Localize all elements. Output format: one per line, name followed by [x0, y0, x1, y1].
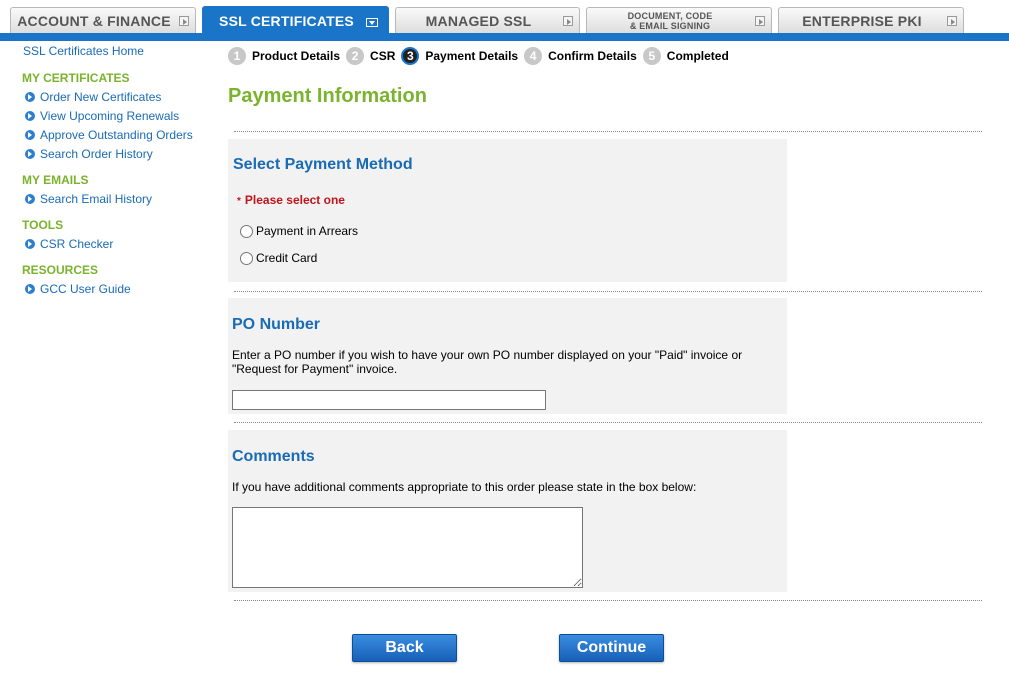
- step-number: 1: [228, 47, 246, 65]
- radio-label: Credit Card: [256, 251, 318, 265]
- radio-payment-in-arrears[interactable]: [240, 224, 253, 238]
- order-steps: 1 Product Details 2 CSR 3 Payment Detail…: [228, 46, 735, 66]
- radio-credit-card[interactable]: [240, 251, 253, 265]
- step-label: Completed: [666, 49, 729, 63]
- tab-label: ACCOUNT & FINANCE: [17, 13, 171, 29]
- po-number-help: Enter a PO number if you wish to have yo…: [232, 348, 743, 376]
- sidebar-item-search-order-history[interactable]: Search Order History: [25, 147, 153, 161]
- comments-help: If you have additional comments appropri…: [232, 480, 697, 494]
- sidebar-heading-my-emails: MY EMAILS: [22, 173, 89, 187]
- tab-document-code-email-signing[interactable]: DOCUMENT, CODE & EMAIL SIGNING: [586, 7, 772, 34]
- arrow-bullet-icon: [25, 130, 35, 140]
- sidebar-heading-tools: TOOLS: [22, 218, 64, 232]
- sidebar-heading-resources: RESOURCES: [22, 263, 99, 277]
- sidebar-item-label: Approve Outstanding Orders: [40, 128, 193, 142]
- sidebar-home-link[interactable]: SSL Certificates Home: [23, 44, 144, 58]
- arrow-bullet-icon: [25, 149, 35, 159]
- step-confirm-details: 4 Confirm Details: [524, 47, 637, 65]
- sidebar-item-label: Order New Certificates: [40, 90, 162, 104]
- po-number-panel: PO Number Enter a PO number if you wish …: [228, 298, 787, 414]
- comments-panel: Comments If you have additional comments…: [228, 430, 787, 592]
- tab-ssl-certificates[interactable]: SSL CERTIFICATES: [202, 6, 389, 34]
- required-star-icon: *: [237, 196, 241, 207]
- sidebar-item-search-email-history[interactable]: Search Email History: [25, 192, 152, 206]
- sidebar-item-csr-checker[interactable]: CSR Checker: [25, 237, 113, 251]
- sidebar-item-gcc-user-guide[interactable]: GCC User Guide: [25, 282, 131, 296]
- arrow-bullet-icon: [25, 239, 35, 249]
- divider: [234, 131, 982, 132]
- tab-label: SSL CERTIFICATES: [219, 12, 354, 29]
- tab-label: MANAGED SSL: [425, 13, 532, 29]
- sidebar-item-label: GCC User Guide: [40, 282, 131, 296]
- sidebar-item-label: View Upcoming Renewals: [40, 109, 180, 123]
- dropdown-icon[interactable]: [366, 18, 378, 27]
- tab-menu-icon[interactable]: [179, 16, 189, 26]
- step-label: Product Details: [252, 49, 341, 63]
- required-notice: * Please select one: [237, 193, 345, 207]
- step-label: CSR: [370, 49, 396, 63]
- divider: [234, 291, 982, 292]
- tab-menu-icon[interactable]: [755, 16, 765, 26]
- step-number: 5: [642, 47, 661, 65]
- payment-method-title: Select Payment Method: [233, 156, 413, 173]
- divider: [234, 600, 982, 601]
- radio-label: Payment in Arrears: [256, 224, 359, 238]
- step-label: Payment Details: [425, 49, 519, 63]
- payment-method-panel: Select Payment Method * Please select one…: [228, 139, 787, 282]
- back-button[interactable]: Back: [352, 634, 457, 662]
- step-completed: 5 Completed: [642, 47, 729, 65]
- tab-account-finance[interactable]: ACCOUNT & FINANCE: [10, 7, 196, 34]
- po-number-input[interactable]: [232, 390, 546, 410]
- sidebar-item-label: CSR Checker: [40, 237, 114, 251]
- tab-label: DOCUMENT, CODE & EMAIL SIGNING: [627, 11, 713, 31]
- step-label: Confirm Details: [548, 49, 637, 63]
- arrow-bullet-icon: [25, 111, 35, 121]
- step-product-details: 1 Product Details: [228, 47, 340, 65]
- tab-label: ENTERPRISE PKI: [802, 13, 922, 29]
- sidebar-item-view-upcoming-renewals[interactable]: View Upcoming Renewals: [25, 109, 179, 123]
- tab-menu-icon[interactable]: [563, 16, 573, 26]
- payment-option-credit-card[interactable]: Credit Card: [240, 251, 317, 265]
- continue-button[interactable]: Continue: [559, 634, 664, 662]
- sidebar-heading-my-certificates: MY CERTIFICATES: [22, 71, 130, 85]
- step-number: 2: [346, 47, 365, 65]
- sidebar-item-approve-outstanding-orders[interactable]: Approve Outstanding Orders: [25, 128, 193, 142]
- required-text: Please select one: [244, 193, 345, 207]
- comments-textarea[interactable]: [232, 507, 583, 588]
- page-title: Payment Information: [228, 85, 427, 107]
- tab-managed-ssl[interactable]: MANAGED SSL: [395, 7, 580, 34]
- top-tab-bar: ACCOUNT & FINANCE SSL CERTIFICATES MANAG…: [0, 0, 1009, 41]
- step-number: 4: [524, 47, 543, 65]
- sidebar-item-label: Search Order History: [40, 147, 153, 161]
- arrow-bullet-icon: [25, 194, 35, 204]
- arrow-bullet-icon: [25, 92, 35, 102]
- step-csr: 2 CSR: [346, 47, 395, 65]
- tab-menu-icon[interactable]: [947, 16, 957, 26]
- po-number-title: PO Number: [232, 316, 321, 333]
- tab-underline: [0, 33, 1009, 41]
- step-payment-details: 3 Payment Details: [401, 47, 518, 65]
- comments-title: Comments: [232, 448, 315, 465]
- sidebar-item-order-new-certificates[interactable]: Order New Certificates: [25, 90, 161, 104]
- payment-option-arrears[interactable]: Payment in Arrears: [240, 224, 358, 238]
- step-number: 3: [401, 47, 420, 65]
- tab-enterprise-pki[interactable]: ENTERPRISE PKI: [778, 7, 964, 34]
- divider: [234, 422, 982, 423]
- arrow-bullet-icon: [25, 284, 35, 294]
- sidebar-item-label: Search Email History: [40, 192, 153, 206]
